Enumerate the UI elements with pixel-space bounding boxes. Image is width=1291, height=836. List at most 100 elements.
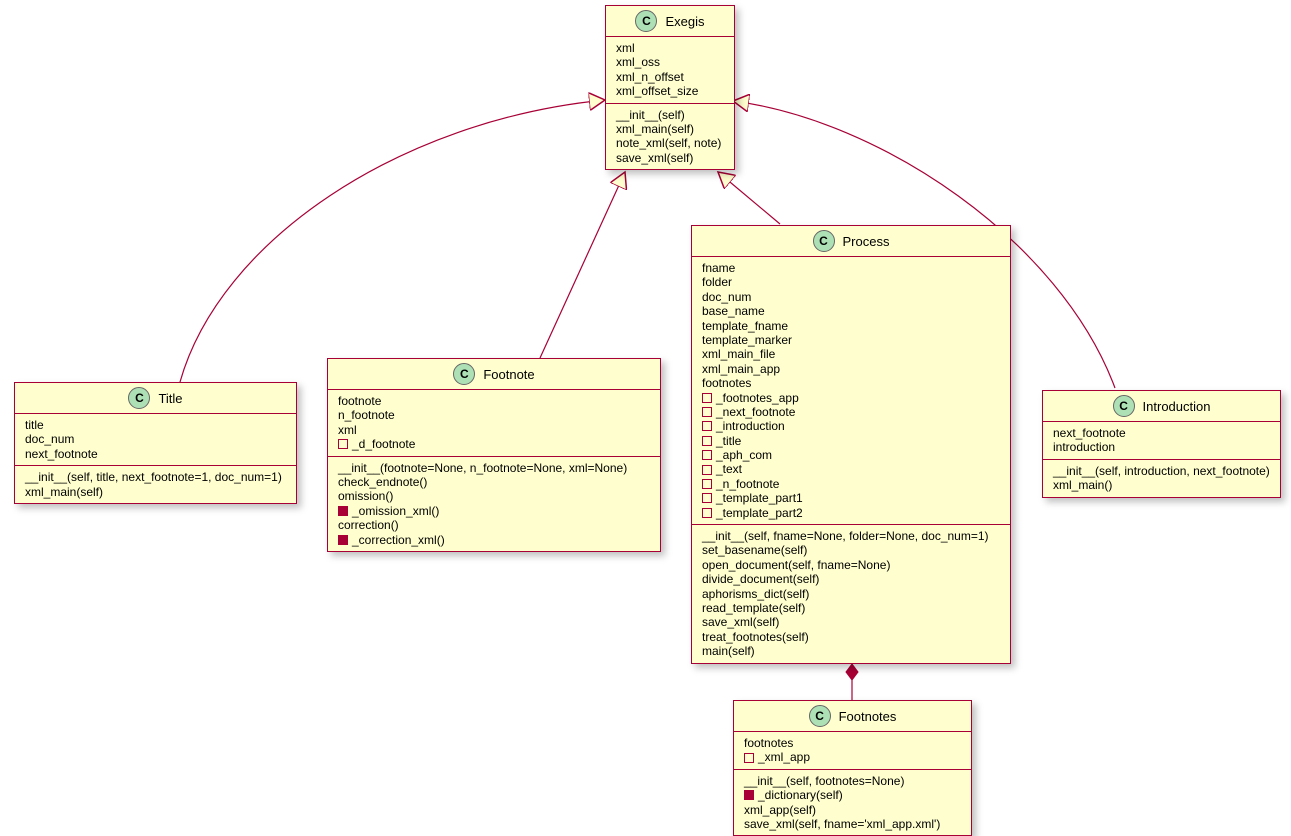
member: save_xml(self)	[702, 615, 1000, 629]
member: footnote	[338, 394, 650, 408]
member: fname	[702, 261, 1000, 275]
attrs-section: titledoc_numnext_footnote	[15, 414, 296, 466]
member: title	[25, 418, 286, 432]
member: save_xml(self)	[616, 151, 724, 165]
attrs-section: next_footnoteintroduction	[1043, 422, 1280, 460]
member: _text	[702, 462, 1000, 476]
methods-section: __init__(self, title, next_footnote=1, d…	[15, 466, 296, 503]
member: treat_footnotes(self)	[702, 630, 1000, 644]
member: xml_app(self)	[744, 803, 961, 817]
member: aphorisms_dict(self)	[702, 587, 1000, 601]
visibility-marker	[338, 535, 348, 545]
member: xml_main()	[1053, 478, 1270, 492]
class-header: C Exegis	[606, 6, 734, 37]
member: check_endnote()	[338, 475, 650, 489]
class-icon: C	[1113, 395, 1135, 417]
member: next_footnote	[25, 447, 286, 461]
member: _xml_app	[744, 750, 961, 764]
visibility-marker	[744, 790, 754, 800]
member: doc_num	[702, 290, 1000, 304]
class-header: C Footnotes	[734, 701, 971, 732]
member: main(self)	[702, 644, 1000, 658]
member: __init__(self, fname=None, folder=None, …	[702, 529, 1000, 543]
member: save_xml(self, fname='xml_app.xml')	[744, 817, 961, 831]
member: __init__(self, footnotes=None)	[744, 774, 961, 788]
member: read_template(self)	[702, 601, 1000, 615]
class-title: C Title titledoc_numnext_footnote __init…	[14, 382, 297, 504]
member: next_footnote	[1053, 426, 1270, 440]
class-header: C Title	[15, 383, 296, 414]
class-footnotes: C Footnotes footnotes_xml_app __init__(s…	[733, 700, 972, 836]
class-name: Footnote	[483, 367, 534, 382]
member: base_name	[702, 304, 1000, 318]
member: _d_footnote	[338, 437, 650, 451]
member: _template_part1	[702, 491, 1000, 505]
member: footnotes	[744, 736, 961, 750]
member: xml_n_offset	[616, 70, 724, 84]
member: xml	[338, 423, 650, 437]
member: divide_document(self)	[702, 572, 1000, 586]
class-exegis: C Exegis xmlxml_ossxml_n_offsetxml_offse…	[605, 5, 735, 170]
class-name: Introduction	[1143, 399, 1211, 414]
member: _dictionary(self)	[744, 788, 961, 802]
visibility-marker	[702, 436, 712, 446]
member: _next_footnote	[702, 405, 1000, 419]
member: xml_main(self)	[25, 485, 286, 499]
member: xml_oss	[616, 55, 724, 69]
class-name: Footnotes	[839, 709, 897, 724]
member: xml_main_file	[702, 347, 1000, 361]
member: _omission_xml()	[338, 504, 650, 518]
class-icon: C	[813, 230, 835, 252]
class-footnote: C Footnote footnoten_footnotexml_d_footn…	[327, 358, 661, 552]
member: xml_offset_size	[616, 84, 724, 98]
member: _n_footnote	[702, 477, 1000, 491]
visibility-marker	[702, 479, 712, 489]
methods-section: __init__(self, fname=None, folder=None, …	[692, 525, 1010, 663]
methods-section: __init__(self)xml_main(self)note_xml(sel…	[606, 104, 734, 170]
member: _aph_com	[702, 448, 1000, 462]
attrs-section: footnoten_footnotexml_d_footnote	[328, 390, 660, 457]
class-name: Process	[843, 234, 890, 249]
methods-section: __init__(self, footnotes=None)_dictionar…	[734, 770, 971, 836]
class-header: C Footnote	[328, 359, 660, 390]
member: xml_main_app	[702, 362, 1000, 376]
member: _footnotes_app	[702, 391, 1000, 405]
class-name: Exegis	[665, 14, 704, 29]
attrs-section: xmlxml_ossxml_n_offsetxml_offset_size	[606, 37, 734, 104]
member: xml	[616, 41, 724, 55]
class-icon: C	[453, 363, 475, 385]
member: __init__(self, title, next_footnote=1, d…	[25, 470, 286, 484]
class-icon: C	[128, 387, 150, 409]
class-introduction: C Introduction next_footnoteintroduction…	[1042, 390, 1281, 498]
visibility-marker	[702, 407, 712, 417]
member: __init__(footnote=None, n_footnote=None,…	[338, 461, 650, 475]
member: open_document(self, fname=None)	[702, 558, 1000, 572]
visibility-marker	[702, 421, 712, 431]
member: _correction_xml()	[338, 533, 650, 547]
class-name: Title	[158, 391, 182, 406]
visibility-marker	[338, 506, 348, 516]
member: doc_num	[25, 432, 286, 446]
member: xml_main(self)	[616, 122, 724, 136]
member: template_fname	[702, 319, 1000, 333]
class-icon: C	[635, 10, 657, 32]
class-header: C Process	[692, 226, 1010, 257]
member: correction()	[338, 518, 650, 532]
member: _introduction	[702, 419, 1000, 433]
member: folder	[702, 275, 1000, 289]
member: __init__(self, introduction, next_footno…	[1053, 464, 1270, 478]
visibility-marker	[702, 393, 712, 403]
member: set_basename(self)	[702, 543, 1000, 557]
member: _title	[702, 434, 1000, 448]
member: omission()	[338, 489, 650, 503]
class-icon: C	[809, 705, 831, 727]
visibility-marker	[702, 493, 712, 503]
attrs-section: fnamefolderdoc_numbase_nametemplate_fnam…	[692, 257, 1010, 525]
member: note_xml(self, note)	[616, 136, 724, 150]
class-process: C Process fnamefolderdoc_numbase_nametem…	[691, 225, 1011, 664]
methods-section: __init__(self, introduction, next_footno…	[1043, 460, 1280, 497]
visibility-marker	[338, 439, 348, 449]
member: __init__(self)	[616, 108, 724, 122]
visibility-marker	[702, 450, 712, 460]
member: introduction	[1053, 440, 1270, 454]
